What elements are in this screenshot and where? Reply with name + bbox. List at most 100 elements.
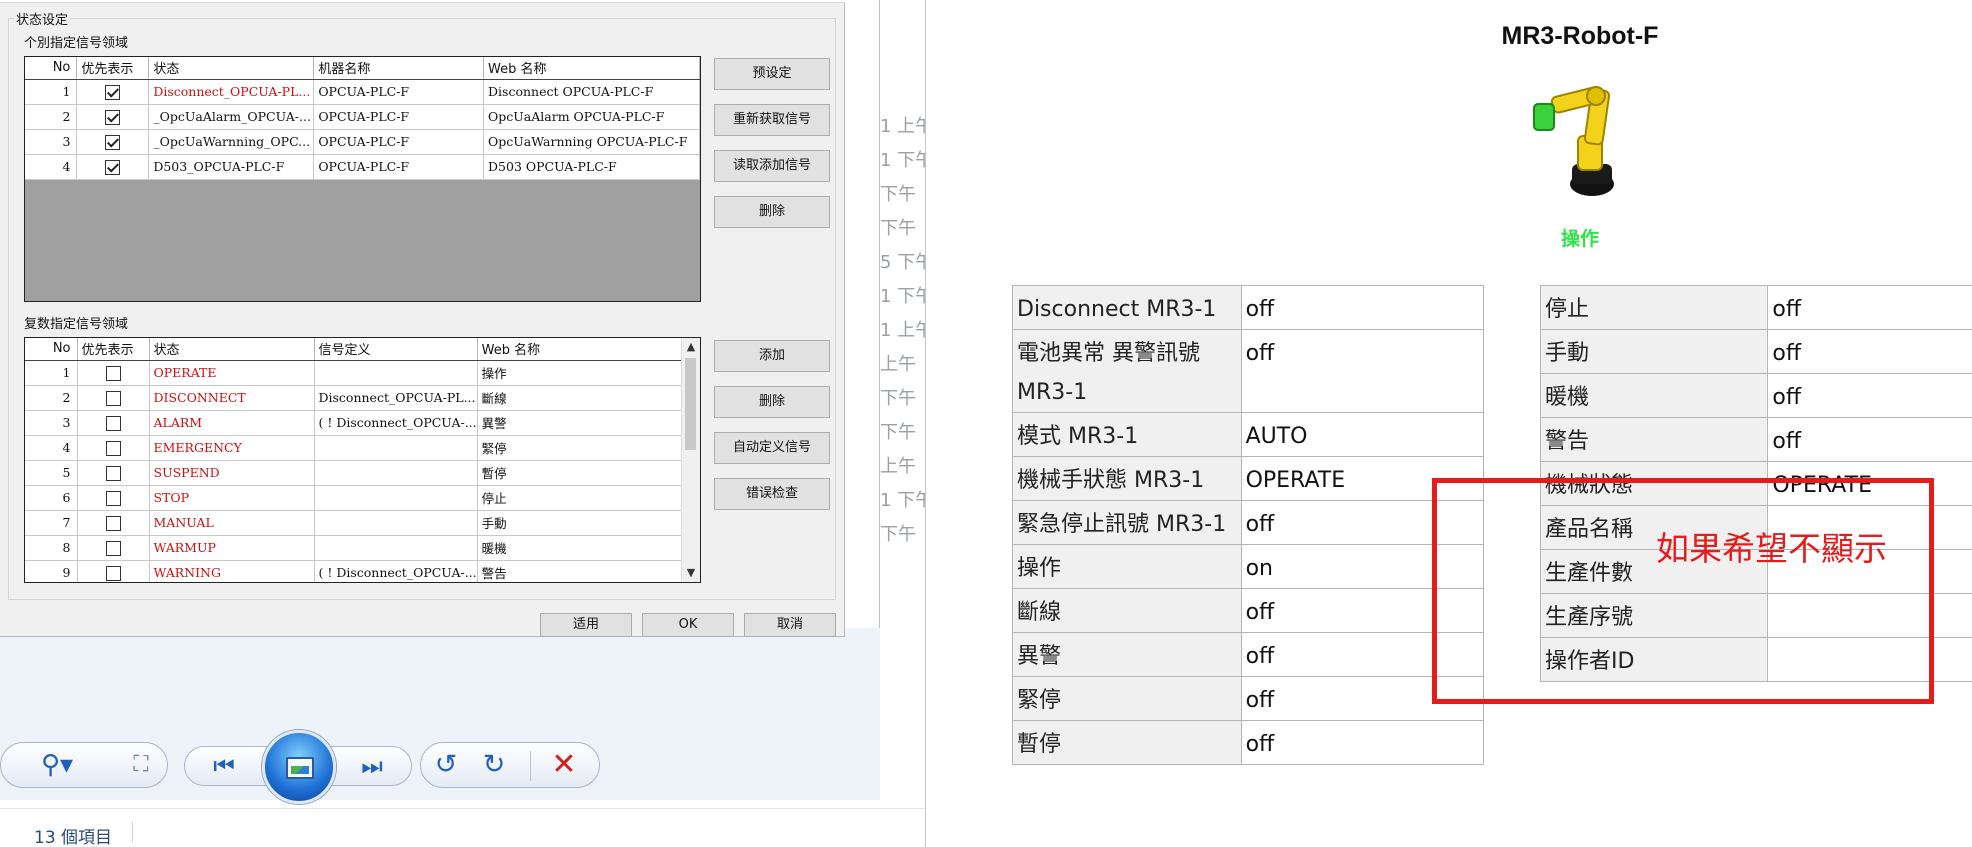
priority-checkbox[interactable]: [105, 365, 121, 381]
table-row[interactable]: 4 EMERGENCY 緊停: [25, 435, 683, 461]
status-cell[interactable]: OPERATE: [149, 360, 315, 386]
priority-checkbox[interactable]: [105, 540, 121, 556]
web-name-cell[interactable]: 暫停: [477, 460, 683, 486]
ok-button[interactable]: OK: [642, 613, 734, 637]
web-name-cell[interactable]: 暖機: [477, 535, 683, 561]
web-name-cell[interactable]: 異警: [477, 410, 683, 436]
apply-button[interactable]: 适用: [540, 613, 632, 637]
col-priority[interactable]: 优先表示: [76, 57, 150, 80]
web-name-cell[interactable]: OpcUaWarnning OPCUA-PLC-F: [483, 129, 700, 155]
signal-definition-cell[interactable]: [314, 510, 478, 536]
status-cell[interactable]: MANUAL: [149, 510, 315, 536]
priority-checkbox[interactable]: [105, 490, 121, 506]
priority-checkbox[interactable]: [105, 565, 121, 581]
web-name-cell[interactable]: OpcUaAlarm OPCUA-PLC-F: [483, 104, 700, 130]
web-name-cell[interactable]: D503 OPCUA-PLC-F: [483, 154, 700, 180]
auto-define-signal-button[interactable]: 自动定义信号: [714, 432, 830, 464]
device-cell[interactable]: OPCUA-PLC-F: [313, 104, 485, 130]
delete-button[interactable]: 删除: [714, 196, 830, 228]
status-cell[interactable]: D503_OPCUA-PLC-F: [148, 154, 315, 180]
table-row[interactable]: 7 MANUAL 手動: [25, 510, 683, 536]
table-row[interactable]: 5 SUSPEND 暫停: [25, 460, 683, 486]
table-row[interactable]: 6 STOP 停止: [25, 485, 683, 511]
table-row[interactable]: 8 WARMUP 暖機: [25, 535, 683, 561]
status-cell[interactable]: SUSPEND: [149, 460, 315, 486]
scroll-up-icon[interactable]: ▲: [682, 338, 700, 356]
priority-checkbox[interactable]: [105, 515, 121, 531]
next-icon[interactable]: ⏭: [352, 752, 392, 780]
signal-definition-cell[interactable]: Disconnect_OPCUA-PL...: [314, 385, 478, 411]
web-name-cell[interactable]: 停止: [477, 485, 683, 511]
web-name-cell[interactable]: Disconnect OPCUA-PLC-F: [483, 79, 700, 105]
col-web-name[interactable]: Web 名称: [477, 338, 683, 361]
priority-checkbox[interactable]: [105, 134, 121, 150]
col-signal-definition[interactable]: 信号定义: [314, 338, 478, 361]
scroll-down-icon[interactable]: ▼: [682, 564, 700, 582]
error-check-button[interactable]: 错误检查: [714, 478, 830, 510]
col-status[interactable]: 状态: [148, 57, 315, 80]
table-row[interactable]: 3 ALARM( ! Disconnect_OPCUA-... 異警: [25, 410, 683, 436]
table-row[interactable]: 1 Disconnect_OPCUA-PL... OPCUA-PLC-F Discon…: [25, 79, 700, 105]
device-cell[interactable]: OPCUA-PLC-F: [313, 79, 485, 105]
priority-checkbox[interactable]: [105, 159, 121, 175]
individual-signal-grid[interactable]: No 优先表示 状态 机器名称 Web 名称 1 Disconnect_OPCUA…: [24, 56, 701, 302]
status-cell[interactable]: _OpcUaWarnning_OPC...: [148, 129, 315, 155]
priority-checkbox[interactable]: [105, 390, 121, 406]
preset-button[interactable]: 预设定: [714, 58, 830, 90]
slideshow-icon[interactable]: [262, 730, 336, 804]
device-cell[interactable]: OPCUA-PLC-F: [313, 154, 485, 180]
scroll-thumb[interactable]: [685, 358, 696, 450]
signal-definition-cell[interactable]: [314, 460, 478, 486]
multi-grid-scrollbar[interactable]: ▲ ▼: [681, 338, 700, 582]
status-cell[interactable]: WARNING: [149, 560, 315, 582]
rotate-right-icon[interactable]: ↻: [476, 749, 512, 780]
signal-definition-cell[interactable]: ( ! Disconnect_OPCUA-...: [314, 410, 478, 436]
device-cell[interactable]: OPCUA-PLC-F: [313, 129, 485, 155]
delete-icon[interactable]: ✕: [546, 747, 582, 782]
priority-checkbox[interactable]: [105, 440, 121, 456]
table-row[interactable]: 2 DISCONNECT Disconnect_OPCUA-PL... 斷線: [25, 385, 683, 411]
web-name-cell[interactable]: 緊停: [477, 435, 683, 461]
table-row[interactable]: 1 OPERATE 操作: [25, 360, 683, 386]
status-cell[interactable]: ALARM: [149, 410, 315, 436]
signal-definition-cell[interactable]: ( ! Disconnect_OPCUA-...: [314, 560, 478, 582]
fit-icon[interactable]: ⛶: [124, 752, 158, 777]
signal-definition-cell[interactable]: [314, 535, 478, 561]
col-priority[interactable]: 优先表示: [77, 338, 150, 361]
previous-icon[interactable]: ⏮: [204, 752, 244, 780]
signal-definition-cell[interactable]: [314, 485, 478, 511]
web-name-cell[interactable]: 警告: [477, 560, 683, 582]
table-row[interactable]: 2 _OpcUaAlarm_OPCUA-... OPCUA-PLC-F OpcUaAl…: [25, 104, 700, 130]
priority-checkbox[interactable]: [105, 465, 121, 481]
cancel-button[interactable]: 取消: [744, 613, 836, 637]
priority-checkbox[interactable]: [105, 109, 121, 125]
signal-definition-cell[interactable]: [314, 435, 478, 461]
delete-button[interactable]: 删除: [714, 386, 830, 418]
col-no[interactable]: No: [25, 338, 78, 361]
col-no[interactable]: No: [25, 57, 78, 80]
refresh-signal-button[interactable]: 重新获取信号: [714, 104, 830, 136]
status-cell[interactable]: WARMUP: [149, 535, 315, 561]
status-cell[interactable]: DISCONNECT: [149, 385, 315, 411]
web-name-cell[interactable]: 手動: [477, 510, 683, 536]
priority-checkbox[interactable]: [105, 84, 121, 100]
multi-signal-grid[interactable]: No 优先表示 状态 信号定义 Web 名称 1 OPERATE 操作 2 DISCON…: [24, 337, 701, 583]
status-cell[interactable]: Disconnect_OPCUA-PL...: [148, 79, 315, 105]
web-name-cell[interactable]: 斷線: [477, 385, 683, 411]
status-cell[interactable]: _OpcUaAlarm_OPCUA-...: [148, 104, 315, 130]
table-row[interactable]: 4 D503_OPCUA-PLC-F OPCUA-PLC-F D503 OPCUA-P…: [25, 154, 700, 180]
col-status[interactable]: 状态: [149, 338, 315, 361]
web-name-cell[interactable]: 操作: [477, 360, 683, 386]
col-device-name[interactable]: 机器名称: [313, 57, 485, 80]
priority-checkbox[interactable]: [105, 415, 121, 431]
status-cell[interactable]: EMERGENCY: [149, 435, 315, 461]
table-row[interactable]: 9 WARNING( ! Disconnect_OPCUA-... 警告: [25, 560, 683, 582]
rotate-left-icon[interactable]: ↺: [428, 749, 464, 780]
col-web-name[interactable]: Web 名称: [483, 57, 700, 80]
load-add-signal-button[interactable]: 读取添加信号: [714, 150, 830, 182]
table-row[interactable]: 3 _OpcUaWarnning_OPC... OPCUA-PLC-F OpcUaWa…: [25, 129, 700, 155]
signal-definition-cell[interactable]: [314, 360, 478, 386]
status-cell[interactable]: STOP: [149, 485, 315, 511]
zoom-icon[interactable]: ⚲▾: [32, 750, 82, 780]
add-button[interactable]: 添加: [714, 340, 830, 372]
